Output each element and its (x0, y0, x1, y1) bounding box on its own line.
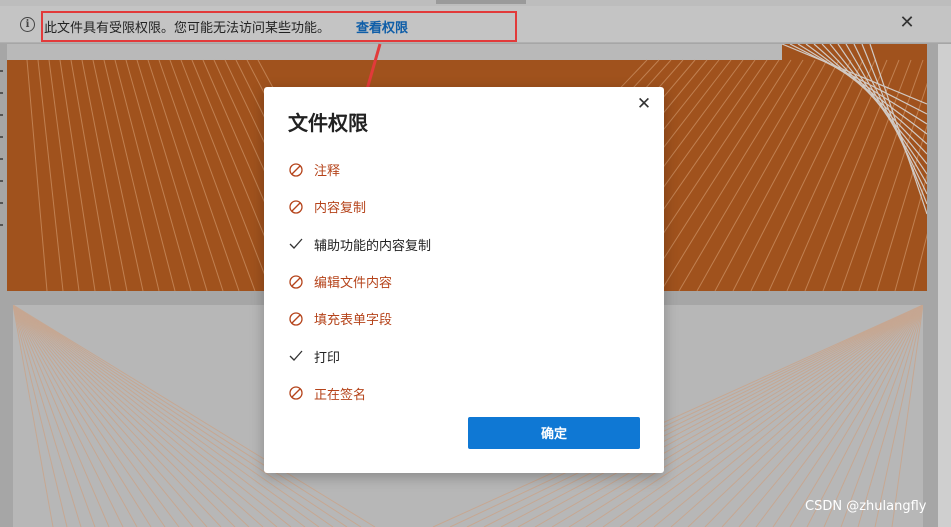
info-icon: i (20, 17, 35, 32)
infobar-close-button[interactable]: ✕ (897, 13, 917, 33)
dialog-close-button[interactable]: ✕ (634, 94, 654, 114)
watermark-text: CSDN @zhulangfly (805, 499, 927, 514)
permission-item: 注释 (288, 151, 628, 188)
checkmark-icon (289, 350, 303, 362)
annotation-highlight-box (41, 11, 517, 42)
vertical-scrollbar[interactable] (938, 44, 951, 527)
permission-label: 填充表单字段 (314, 313, 393, 329)
permission-label: 内容复制 (314, 201, 367, 217)
permission-item: 辅助功能的内容复制 (288, 226, 628, 263)
permission-item: 打印 (288, 337, 628, 374)
left-edge-marks (0, 70, 3, 250)
permission-item: 正在签名 (288, 375, 628, 412)
window-tab[interactable] (436, 0, 526, 4)
close-icon: ✕ (899, 12, 915, 33)
permission-label: 正在签名 (314, 387, 367, 403)
dialog-title: 文件权限 (288, 111, 368, 135)
permission-label: 编辑文件内容 (314, 276, 393, 292)
prohibited-icon (289, 386, 303, 401)
permission-list: 注释 内容复制 辅助功能的内容复制 编辑文件内容 填充表单字段 打印 正在签名 (288, 151, 628, 412)
prohibited-icon (289, 312, 303, 326)
checkmark-icon (289, 238, 303, 250)
permission-label: 注释 (314, 164, 341, 180)
permission-label: 打印 (314, 350, 341, 366)
ok-button[interactable]: 确定 (468, 417, 640, 449)
permission-item: 填充表单字段 (288, 300, 628, 337)
close-icon: ✕ (636, 94, 652, 114)
prohibited-icon (289, 162, 303, 177)
file-permissions-dialog: ✕ 文件权限 注释 内容复制 辅助功能的内容复制 编辑文件内容 填充表单字段 打… (264, 87, 664, 473)
permission-item: 编辑文件内容 (288, 263, 628, 300)
permission-item: 内容复制 (288, 188, 628, 225)
prohibited-icon (289, 200, 303, 214)
prohibited-icon (289, 274, 303, 289)
permission-label: 辅助功能的内容复制 (314, 238, 432, 254)
